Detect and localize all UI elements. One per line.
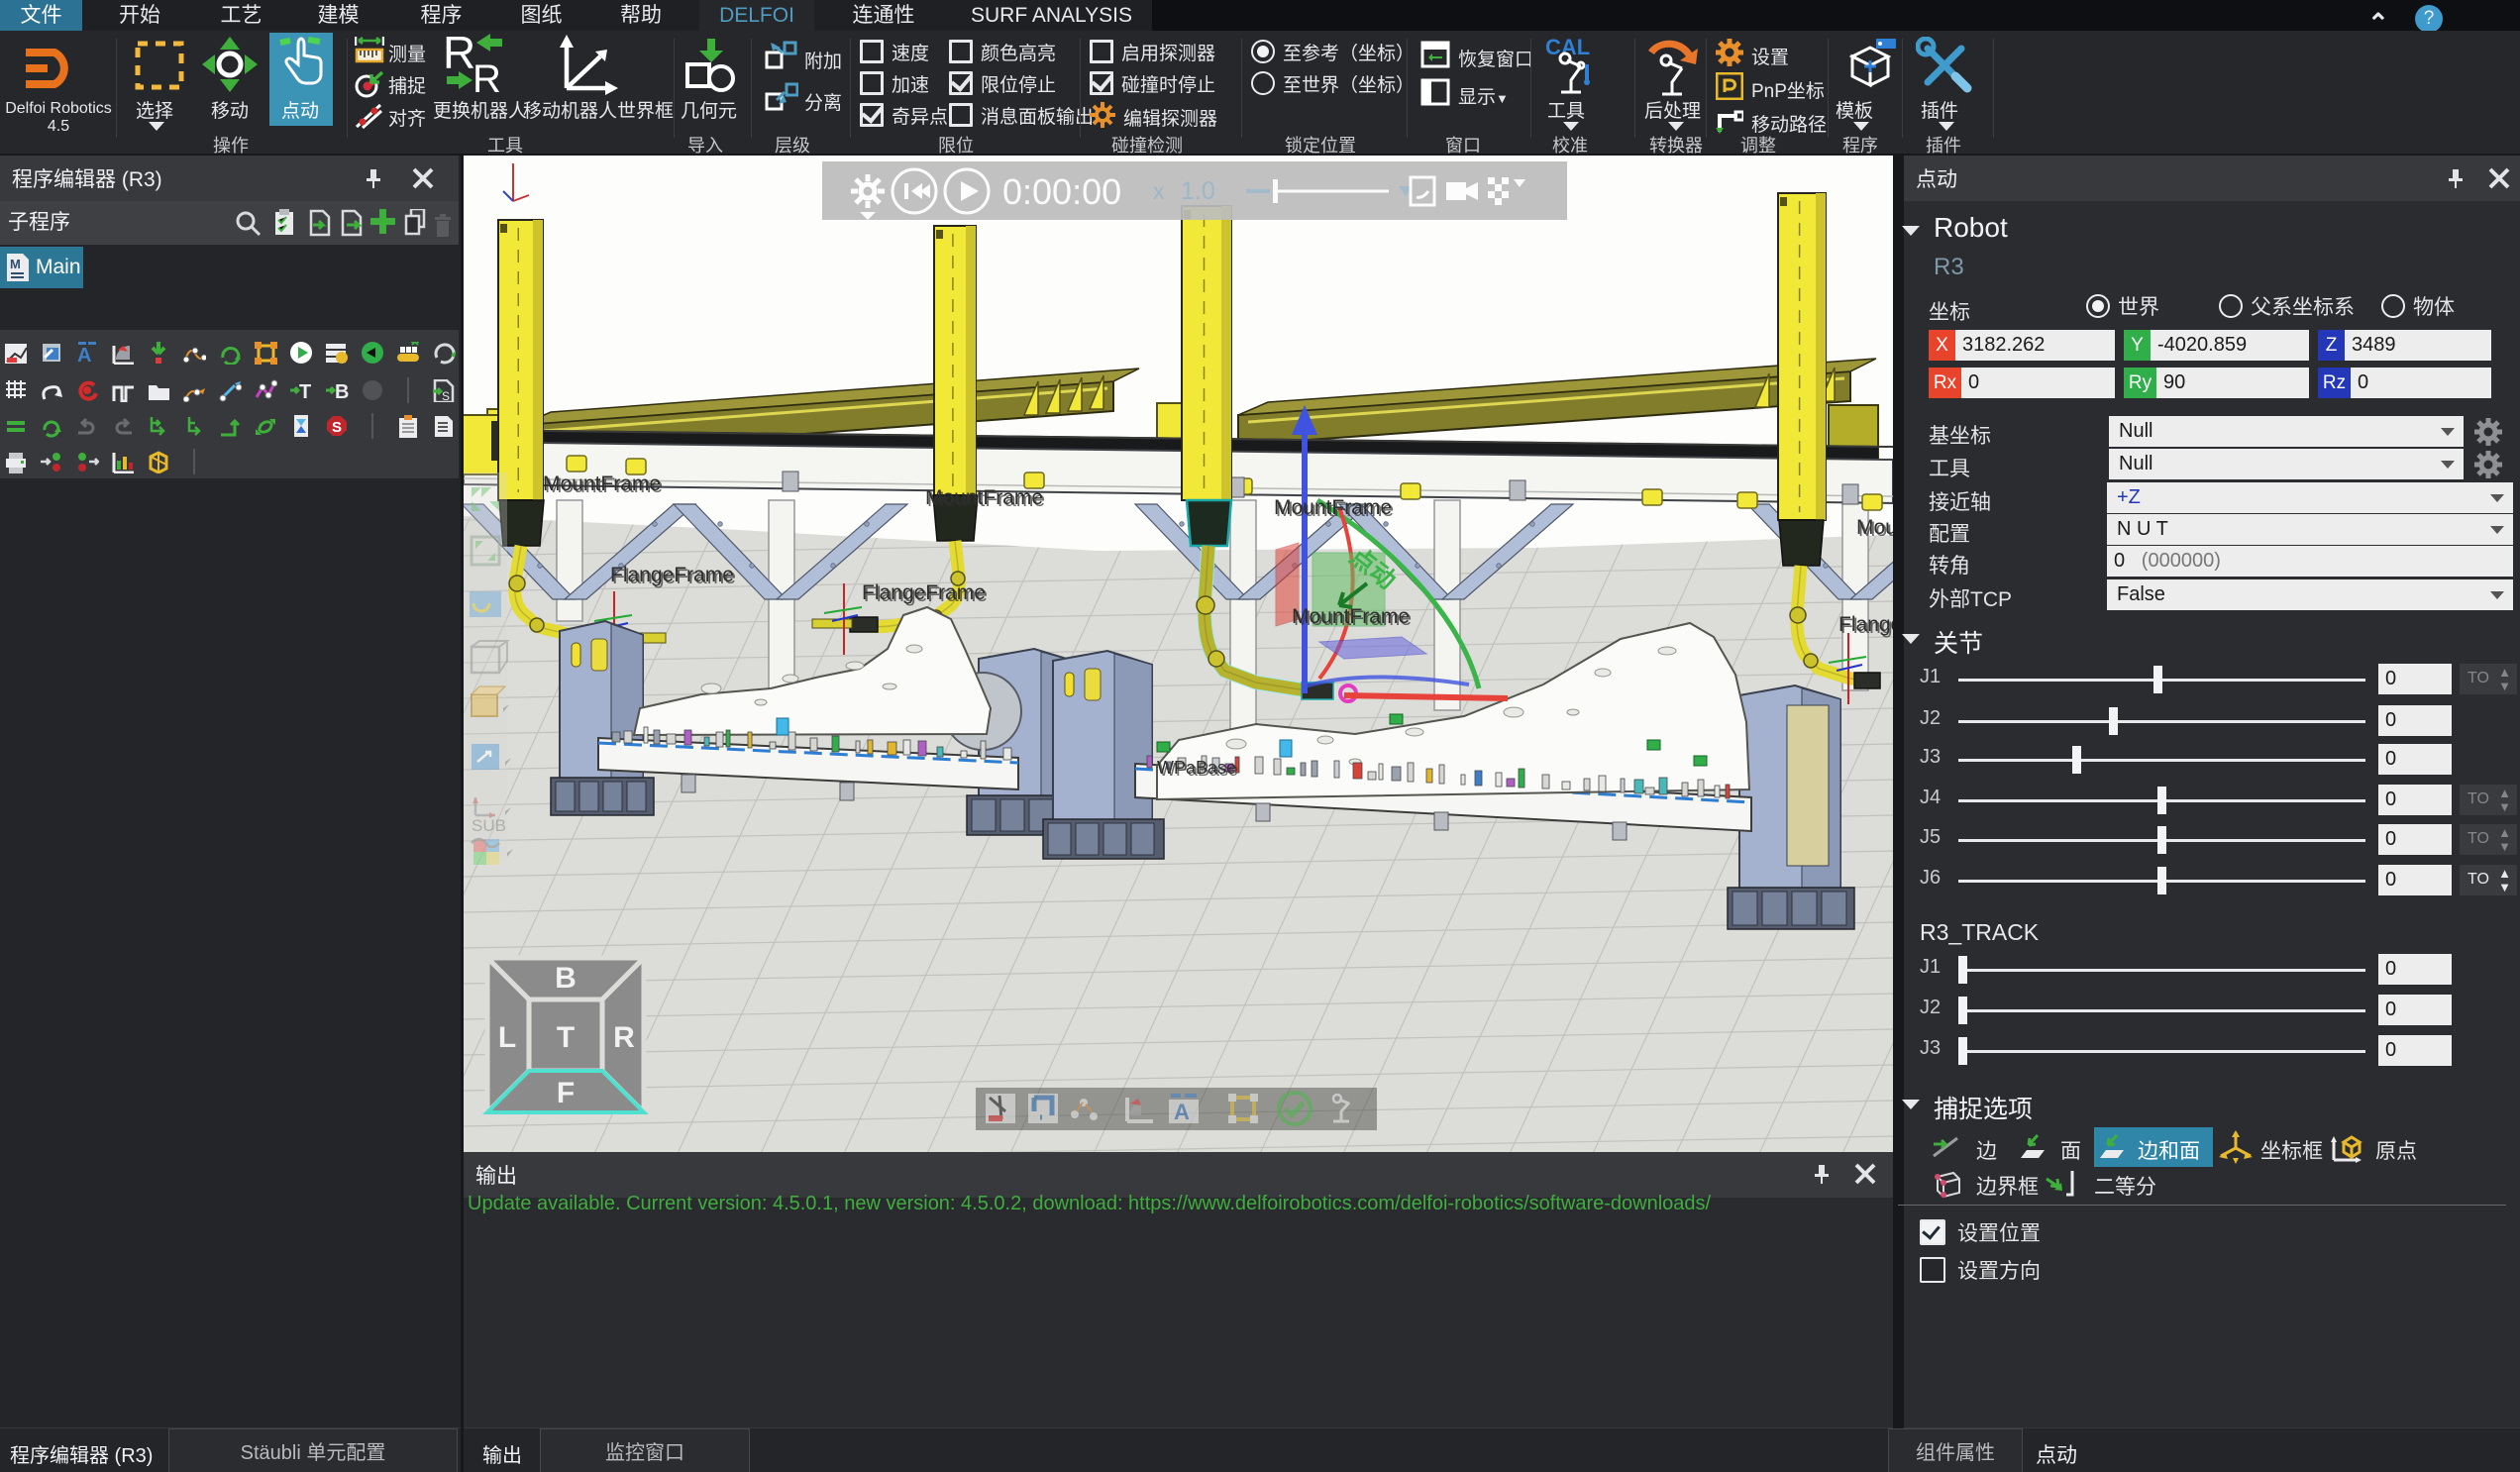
- svg-text:MountFrame: MountFrame: [545, 474, 663, 497]
- svg-text:WPaBase: WPaBase: [1159, 760, 1238, 780]
- svg-text:R: R: [613, 1021, 635, 1054]
- svg-text:0:00:00: 0:00:00: [1002, 171, 1121, 212]
- svg-text:R: R: [472, 57, 501, 96]
- svg-text:FlangeFrame: FlangeFrame: [1840, 615, 1893, 638]
- svg-text:L: L: [498, 1021, 516, 1054]
- svg-text:1.0: 1.0: [1181, 177, 1215, 205]
- svg-text:S: S: [332, 419, 342, 436]
- svg-text:MountFrame: MountFrame: [1858, 518, 1893, 541]
- svg-text:x: x: [1153, 178, 1165, 204]
- svg-text:T: T: [557, 1021, 575, 1054]
- svg-text:R: R: [443, 33, 475, 78]
- svg-text:MountFrame: MountFrame: [1276, 498, 1394, 521]
- svg-text:T: T: [299, 381, 311, 402]
- svg-text:MountFrame: MountFrame: [927, 488, 1045, 511]
- svg-text:MountFrame: MountFrame: [1294, 607, 1412, 630]
- svg-text:FlangeFrame: FlangeFrame: [864, 583, 988, 606]
- svg-text:A: A: [1174, 1100, 1190, 1124]
- svg-text:B: B: [555, 962, 577, 995]
- svg-text:S: S: [442, 389, 450, 402]
- svg-text:B: B: [335, 381, 349, 402]
- svg-text:M: M: [10, 257, 21, 271]
- svg-text:A: A: [77, 345, 91, 365]
- svg-text:F: F: [557, 1077, 575, 1109]
- svg-text:FlangeFrame: FlangeFrame: [612, 566, 736, 588]
- svg-text:SUB: SUB: [472, 816, 506, 835]
